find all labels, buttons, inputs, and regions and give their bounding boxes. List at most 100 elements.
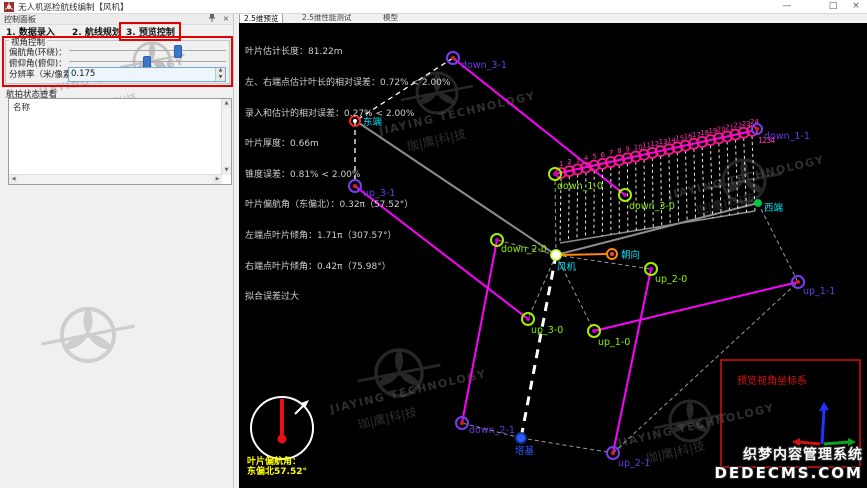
- waypoint-dot: [553, 172, 557, 176]
- waypoint-label-down_1-0: down_1-0: [557, 181, 603, 192]
- yaw-compass: 叶片偏航角：东偏北57.52°: [247, 397, 313, 477]
- app-icon: [4, 2, 14, 12]
- waypoint-label-up_2-1: up_2-1: [618, 458, 650, 469]
- resolution-spinbox: ▲ ▼: [68, 67, 226, 82]
- blade-waypoint-label: 6: [601, 151, 606, 159]
- camera-drop-line: [652, 158, 653, 228]
- compass-label-1: 叶片偏航角：: [247, 455, 301, 467]
- info-line: 录入和估计的相对误差：0.27% < 2.00%: [245, 109, 450, 119]
- pin-icon[interactable]: [206, 13, 218, 24]
- turbine-logo-watermark: [41, 309, 135, 361]
- blade-info-panel: 叶片估计长度：81.22m 左、右端点估计叶长的相对误差：0.72% < 2.0…: [245, 27, 450, 323]
- waypoint-dot: [623, 193, 627, 197]
- waypoint-dot: [460, 421, 464, 425]
- route-line: [613, 269, 651, 453]
- camera-drop-line: [644, 160, 645, 229]
- waypoint-label-up_1-0: up_1-0: [598, 337, 630, 348]
- waypoint-label-up_3-0: up_3-0: [531, 325, 563, 336]
- waypoint-label-down_1-1: down_1-1: [764, 131, 810, 142]
- waypoint-label-down_2-1: down_2-1: [469, 425, 515, 436]
- waypoint-hub[interactable]: [551, 250, 561, 260]
- waypoint-dot: [451, 56, 455, 60]
- waypoint-tower-base[interactable]: [516, 433, 526, 443]
- tab-data-entry[interactable]: 1. 数据录入: [6, 25, 55, 38]
- pitch-slider[interactable]: [69, 56, 226, 67]
- waypoint-label-heading: 朝向: [621, 249, 640, 261]
- info-line: 锥度误差：0.81% < 2.00%: [245, 170, 450, 180]
- blade-waypoint-label: 1: [559, 160, 563, 168]
- axis-z: [822, 409, 824, 444]
- preview-tabs: 2.5维预览 2.5维性能测试 模型: [234, 13, 867, 23]
- column-header-name[interactable]: 名称: [13, 101, 30, 113]
- info-line: 拟合误差过大: [245, 292, 450, 302]
- view-axes-title: 预览视角坐标系: [737, 374, 807, 387]
- waypoint-label-hub: 风机: [557, 261, 577, 273]
- route-line: [521, 438, 613, 453]
- compass-needle: [278, 435, 287, 444]
- yaw-slider[interactable]: [69, 45, 226, 56]
- status-list[interactable]: 名称 ▲ ▼ ◀ ▶: [8, 98, 232, 185]
- waypoint-dot: [649, 267, 653, 271]
- panel-watermark: JIAYING TECHNOLOGY珈|鹰|科|技: [0, 13, 233, 488]
- waypoint-dot: [495, 238, 499, 242]
- blade-waypoint-label: 8: [617, 147, 621, 155]
- info-line: 叶片偏航角（东偏北）：0.32π（57.52°）: [245, 200, 450, 210]
- route-line: [594, 282, 798, 331]
- vertical-scrollbar[interactable]: ▲ ▼: [221, 99, 231, 175]
- waypoint-dot: [796, 280, 800, 284]
- panel-close-icon[interactable]: ×: [220, 13, 232, 24]
- info-line: 左端点叶片倾角：1.71π（307.57°）: [245, 231, 450, 241]
- waypoint-dot: [592, 329, 596, 333]
- cms-watermark-line1: 织梦内容管理系统: [714, 444, 863, 464]
- resolution-input[interactable]: [71, 68, 211, 79]
- tab-route-planning[interactable]: 2. 航线规划: [72, 25, 121, 38]
- close-window-button[interactable]: ×: [846, 0, 866, 13]
- route-line: [453, 58, 625, 195]
- waypoint-label-west-end: 西端: [764, 202, 784, 214]
- cms-watermark-line2: DEDECMS.COM: [714, 464, 863, 482]
- tab-2-5d-performance-test[interactable]: 2.5维性能测试: [298, 13, 355, 23]
- tab-preview-control[interactable]: 3. 预览控制: [126, 25, 175, 38]
- maximize-button[interactable]: □: [820, 0, 846, 13]
- waypoint-dot: [611, 451, 615, 455]
- waypoint-label-down_3-0: down_3-0: [629, 201, 675, 212]
- spin-down-icon[interactable]: ▼: [216, 75, 225, 82]
- waypoint-label-down_3-1: down_3-1: [461, 60, 507, 71]
- route-line: [561, 254, 606, 255]
- blade-waypoint-label: 4: [584, 155, 589, 163]
- waypoint-label-up_2-0: up_2-0: [655, 274, 687, 285]
- info-line: 左、右端点估计叶长的相对误差：0.72% < 2.00%: [245, 78, 450, 88]
- app-window: { "window":{ "title":"无人机巡检航线编制【风机】", "c…: [0, 0, 867, 488]
- route-line: [560, 211, 755, 243]
- waypoint-label-up_1-1: up_1-1: [803, 286, 835, 297]
- scroll-up-icon[interactable]: ▲: [222, 99, 231, 108]
- route-line: [758, 203, 798, 282]
- yaw-slider-track[interactable]: [69, 50, 226, 51]
- route-line: [462, 240, 497, 423]
- waypoint-west-end[interactable]: [755, 200, 761, 206]
- view-control-group: 视角控制 偏航角(环绕)： 俯仰角(俯仰)： 分辨率（米/像素）： ▲ ▼: [5, 40, 230, 84]
- tab-model[interactable]: 模型: [379, 13, 402, 23]
- scroll-down-icon[interactable]: ▼: [222, 166, 231, 175]
- scroll-left-icon[interactable]: ◀: [9, 175, 18, 184]
- waypoint-dot: [526, 317, 530, 321]
- info-line: 右端点叶片倾角：0.42π（75.98°）: [245, 262, 450, 272]
- blade-waypoint-label: 7: [609, 149, 613, 157]
- window-title: 无人机巡检航线编制【风机】: [18, 1, 129, 13]
- horizontal-scrollbar[interactable]: ◀ ▶: [9, 174, 222, 184]
- compass-label-2: 东偏北57.52°: [247, 465, 307, 477]
- route-line: [521, 255, 556, 438]
- route-line: [555, 178, 556, 255]
- waypoint-label-tower-base: 塔基: [515, 445, 535, 457]
- camera-drop-line: [636, 162, 637, 231]
- titlebar: 无人机巡检航线编制【风机】 — □ ×: [0, 0, 867, 14]
- panel-tabs: 1. 数据录入 2. 航线规划 3. 预览控制: [0, 24, 233, 37]
- waypoint-dot: [610, 252, 614, 256]
- control-panel: JIAYING TECHNOLOGY珈|鹰|科|技 控制面板 × 1. 数据录入…: [0, 13, 234, 488]
- preview-canvas-container: JIAYING TECHNOLOGY珈|鹰|科|技JIAYING TECHNOL…: [239, 23, 867, 488]
- dedecms-watermark: 织梦内容管理系统 DEDECMS.COM: [714, 444, 863, 482]
- minimize-button[interactable]: —: [774, 0, 800, 13]
- scroll-right-icon[interactable]: ▶: [213, 175, 222, 184]
- blade-waypoint-label: 3: [576, 156, 580, 164]
- blade-waypoint-label: 9: [625, 145, 629, 153]
